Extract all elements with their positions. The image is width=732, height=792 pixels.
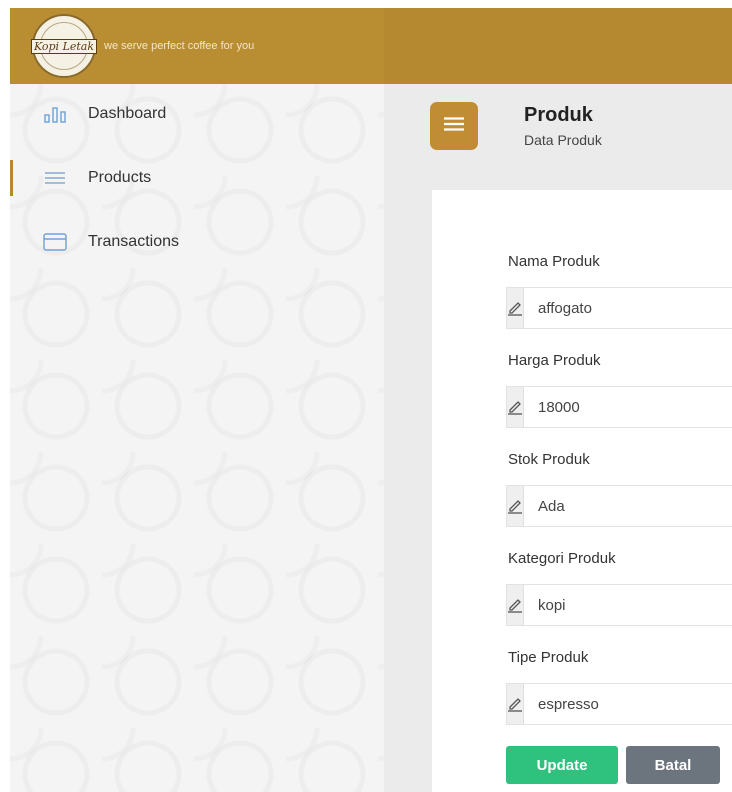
sidebar-item-label: Transactions [88, 233, 179, 250]
pencil-icon [507, 684, 524, 724]
tipe-produk-group [506, 683, 732, 725]
card-icon [40, 232, 70, 252]
field-label-stok: Stok Produk [508, 451, 590, 468]
tipe-produk-input[interactable] [524, 684, 732, 724]
pencil-icon [507, 486, 524, 526]
sidebar-item-transactions[interactable]: Transactions [10, 220, 384, 264]
menu-toggle-button[interactable] [430, 102, 478, 150]
field-label-kategori: Kategori Produk [508, 550, 616, 567]
hamburger-icon [444, 116, 464, 136]
harga-produk-group [506, 386, 732, 428]
field-label-harga: Harga Produk [508, 352, 601, 369]
pencil-icon [507, 585, 524, 625]
sidebar: Dashboard Products Transactions [10, 84, 384, 792]
stok-produk-group [506, 485, 732, 527]
sidebar-item-products[interactable]: Products [10, 156, 384, 200]
brand-tagline: we serve perfect coffee for you [104, 40, 255, 52]
brand-logo[interactable]: Kopi Letak [30, 14, 98, 78]
page-title: Produk [524, 104, 593, 126]
sidebar-item-label: Products [88, 169, 152, 186]
brand-area: Kopi Letak we serve perfect coffee for y… [10, 8, 384, 84]
sidebar-item-label: Dashboard [88, 105, 167, 122]
field-label-tipe: Tipe Produk [508, 649, 589, 666]
nama-produk-group [506, 287, 732, 329]
pencil-icon [507, 288, 524, 328]
field-label-nama: Nama Produk [508, 253, 600, 270]
brand-logo-text: Kopi Letak [30, 38, 98, 54]
bar-chart-icon [40, 104, 70, 124]
nama-produk-input[interactable] [524, 288, 732, 328]
sidebar-item-dashboard[interactable]: Dashboard [10, 92, 384, 136]
update-button[interactable]: Update [506, 746, 618, 784]
kategori-produk-group [506, 584, 732, 626]
kategori-produk-input[interactable] [524, 585, 732, 625]
pencil-icon [507, 387, 524, 427]
cancel-button[interactable]: Batal [626, 746, 720, 784]
menu-lines-icon [40, 168, 70, 188]
stok-produk-input[interactable] [524, 486, 732, 526]
page-subtitle: Data Produk [524, 132, 602, 148]
harga-produk-input[interactable] [524, 387, 732, 427]
